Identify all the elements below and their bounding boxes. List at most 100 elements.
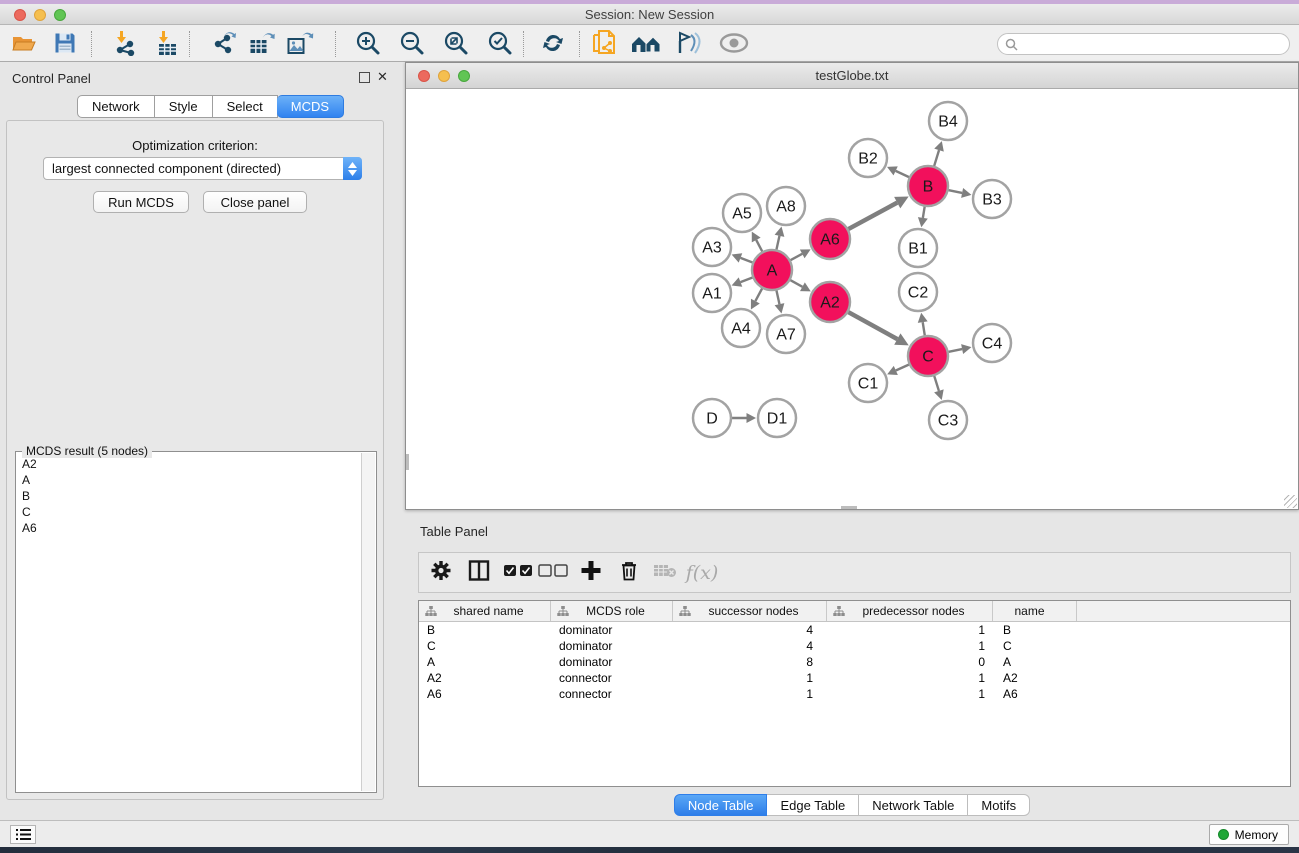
search-input[interactable] [1022,37,1289,51]
graph-node-label: A5 [732,206,752,223]
hide-selected-icon[interactable] [676,31,702,55]
mcds-result-item[interactable]: B [18,488,360,504]
deselect-all-columns-icon[interactable] [538,564,568,582]
tree-icon [679,606,691,617]
graph-node-C4[interactable]: C4 [973,324,1011,362]
table-settings-icon[interactable] [430,559,452,586]
export-image-icon[interactable] [287,30,314,56]
import-network-icon[interactable] [112,30,138,56]
import-table-icon[interactable] [154,30,180,56]
column-header-name[interactable]: name [993,601,1077,621]
table-body: Bdominator41BCdominator41CAdominator80AA… [419,622,1290,702]
graph-node-C[interactable]: C [908,336,948,376]
add-column-icon[interactable] [582,561,601,585]
column-header-predecessor-nodes[interactable]: predecessor nodes [827,601,993,621]
first-neighbors-icon[interactable] [630,32,664,54]
graph-node-label: D1 [767,411,788,428]
table-row[interactable]: A2connector11A2 [419,670,1290,686]
graph-node-A1[interactable]: A1 [693,274,731,312]
mcds-result-item[interactable]: A [18,472,360,488]
tab-network-table[interactable]: Network Table [859,794,968,816]
result-scrollbar[interactable] [361,453,375,791]
network-graph[interactable]: B4 B2 B B3 A8 A5 A6 A3 B1 A A1 C2 A2 A4A7 C4 C C1 C3 D D1 [406,89,1298,509]
graph-node-A4[interactable]: A4 [722,309,760,347]
graph-node-B1[interactable]: B1 [899,229,937,267]
window-resize-grip[interactable] [1284,495,1297,508]
tab-edge-table[interactable]: Edge Table [767,794,859,816]
float-panel-icon[interactable] [359,72,370,83]
zoom-fit-icon[interactable] [443,30,469,56]
mcds-result-item[interactable]: A6 [18,520,360,536]
table-row[interactable]: A6connector11A6 [419,686,1290,702]
table-row[interactable]: Adominator80A [419,654,1290,670]
graph-node-label: B3 [982,192,1002,209]
tab-select[interactable]: Select [213,95,278,118]
graph-node-label: C2 [908,285,929,302]
close-panel-button[interactable]: Close panel [203,191,307,213]
graph-node-A3[interactable]: A3 [693,228,731,266]
task-history-button[interactable] [10,825,36,844]
tab-network[interactable]: Network [77,95,155,118]
zoom-selected-icon[interactable] [487,30,513,56]
memory-button[interactable]: Memory [1209,824,1289,845]
graph-node-label: C [922,349,934,366]
criterion-dropdown[interactable]: largest connected component (directed) [43,157,362,180]
graph-node-C2[interactable]: C2 [899,273,937,311]
canvas-vertical-scroll-indicator[interactable] [406,454,409,470]
graph-edge-A6-B[interactable] [846,203,897,231]
graph-node-D1[interactable]: D1 [758,399,796,437]
save-session-icon[interactable] [54,32,77,55]
graph-node-C3[interactable]: C3 [929,401,967,439]
zoom-out-icon[interactable] [399,30,425,56]
tab-mcds[interactable]: MCDS [277,95,344,118]
tab-node-table[interactable]: Node Table [674,794,768,816]
graph-node-A7[interactable]: A7 [767,315,805,353]
desktop-edge [0,847,1299,853]
show-graphics-details-icon[interactable] [719,33,749,53]
zoom-in-icon[interactable] [355,30,381,56]
graph-node-B3[interactable]: B3 [973,180,1011,218]
graph-node-label: C1 [858,376,879,393]
tab-style[interactable]: Style [155,95,213,118]
table-cell: dominator [551,622,673,638]
column-header-MCDS-role[interactable]: MCDS role [551,601,673,621]
table-row[interactable]: Cdominator41C [419,638,1290,654]
export-network-icon[interactable] [210,30,236,56]
graph-node-A8[interactable]: A8 [767,187,805,225]
canvas-horizontal-scroll-indicator[interactable] [841,506,857,509]
refresh-icon[interactable] [541,31,565,55]
column-header-successor-nodes[interactable]: successor nodes [673,601,827,621]
mcds-result-list[interactable]: A2ABCA6 [18,456,360,790]
table-panel: Table Panel ✕ f(x) shared nameMCDS roles… [405,515,1299,820]
graph-node-B2[interactable]: B2 [849,139,887,177]
delete-column-icon[interactable] [620,560,638,586]
new-network-from-selection-icon[interactable] [591,29,617,57]
graph-edge-A2-C[interactable] [846,311,898,339]
graph-node-A2[interactable]: A2 [810,282,850,322]
table-row[interactable]: Bdominator41B [419,622,1290,638]
run-mcds-button[interactable]: Run MCDS [93,191,189,213]
graph-node-D[interactable]: D [693,399,731,437]
graph-node-A6[interactable]: A6 [810,219,850,259]
network-window-titlebar[interactable]: testGlobe.txt [406,63,1298,89]
graph-node-A[interactable]: A [752,250,792,290]
mcds-result-item[interactable]: A2 [18,456,360,472]
network-canvas[interactable]: B4 B2 B B3 A8 A5 A6 A3 B1 A A1 C2 A2 A4A7 C4 C C1 C3 D D1 [406,89,1298,509]
graph-node-label: A1 [702,286,722,303]
graph-node-B4[interactable]: B4 [929,102,967,140]
control-panel: Control Panel ✕ Network Style Select MCD… [0,62,391,805]
export-table-icon[interactable] [249,30,276,56]
table-cell: A6 [419,686,551,702]
tab-motifs[interactable]: Motifs [968,794,1030,816]
open-session-icon[interactable] [11,32,37,54]
column-header-shared-name[interactable]: shared name [419,601,551,621]
close-panel-icon[interactable]: ✕ [377,69,388,85]
graph-node-A5[interactable]: A5 [723,194,761,232]
graph-node-B[interactable]: B [908,166,948,206]
graph-node-C1[interactable]: C1 [849,364,887,402]
split-view-icon[interactable] [469,560,490,586]
table-cell: 1 [827,622,993,638]
select-all-columns-icon[interactable] [503,564,533,582]
mcds-result-item[interactable]: C [18,504,360,520]
search-field[interactable] [997,33,1290,55]
